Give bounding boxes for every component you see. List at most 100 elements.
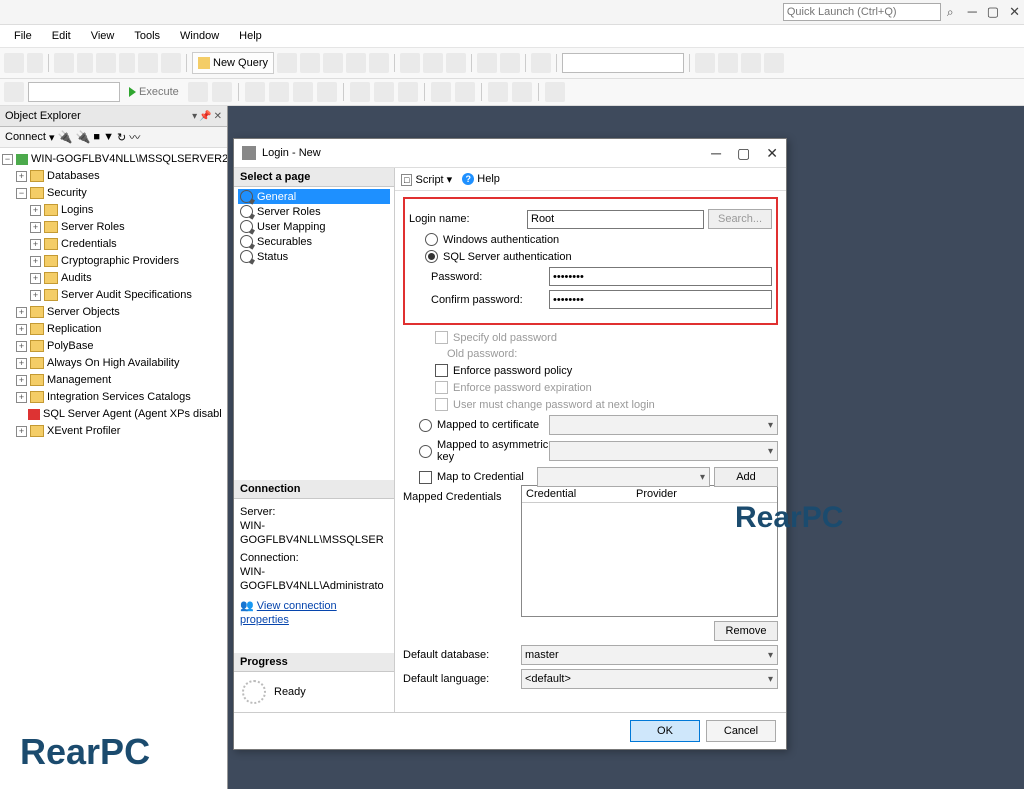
cancel-button[interactable]: Cancel <box>706 720 776 742</box>
connect-dropdown-icon[interactable]: ▾ <box>49 131 55 144</box>
redo-icon[interactable] <box>500 53 520 73</box>
tree-isc[interactable]: +Integration Services Catalogs <box>2 389 225 406</box>
toolbar-dropdown[interactable] <box>27 53 43 73</box>
mapped-asym-radio[interactable] <box>419 445 432 458</box>
dialog-titlebar[interactable]: Login - New ─ ▢ ✕ <box>234 139 786 168</box>
pulse-icon[interactable]: 〰 <box>129 129 140 145</box>
toolbar-button[interactable] <box>455 82 475 102</box>
toolbar-button[interactable] <box>764 53 784 73</box>
add-button[interactable]: Add <box>714 467 778 487</box>
tree-credentials[interactable]: +Credentials <box>2 236 225 253</box>
nav-securables[interactable]: Securables <box>238 234 390 249</box>
tree-server-roles[interactable]: +Server Roles <box>2 219 225 236</box>
toolbar-button[interactable] <box>369 53 389 73</box>
help-button[interactable]: ? Help <box>462 173 500 185</box>
menu-tools[interactable]: Tools <box>126 28 168 44</box>
toolbar-button[interactable] <box>431 82 451 102</box>
toolbar-button[interactable] <box>695 53 715 73</box>
connect-icon[interactable]: 🔌 <box>58 130 73 144</box>
toolbar-button[interactable] <box>350 82 370 102</box>
dialog-minimize-icon[interactable]: ─ <box>711 145 721 162</box>
close-pane-icon[interactable]: ✕ <box>214 111 222 122</box>
minimize-icon[interactable]: ─ <box>968 4 977 20</box>
paste-icon[interactable] <box>446 53 466 73</box>
undo-icon[interactable] <box>477 53 497 73</box>
menu-edit[interactable]: Edit <box>44 28 79 44</box>
toolbar-button[interactable] <box>293 82 313 102</box>
toolbar-button[interactable] <box>317 82 337 102</box>
database-combo[interactable] <box>562 53 684 73</box>
parse-icon[interactable] <box>212 82 232 102</box>
toolbar-button[interactable] <box>54 53 74 73</box>
toolbar-button[interactable] <box>718 53 738 73</box>
toolbar-button[interactable] <box>374 82 394 102</box>
toolbar-button[interactable] <box>398 82 418 102</box>
toolbar-dropdown[interactable] <box>119 53 135 73</box>
context-combo[interactable] <box>28 82 120 102</box>
filter-icon[interactable]: ▼ <box>103 131 114 143</box>
dialog-close-icon[interactable]: ✕ <box>766 145 778 162</box>
menu-view[interactable]: View <box>83 28 123 44</box>
toolbar-button[interactable] <box>96 53 116 73</box>
object-tree[interactable]: −WIN-GOGFLBV4NLL\MSSQLSERVER2 (S +Databa… <box>0 148 227 789</box>
tree-audit-spec[interactable]: +Server Audit Specifications <box>2 287 225 304</box>
toolbar-button[interactable] <box>512 82 532 102</box>
cert-combo[interactable] <box>549 415 778 435</box>
tree-server-objects[interactable]: +Server Objects <box>2 304 225 321</box>
credentials-list[interactable]: Credential Provider <box>521 485 778 617</box>
menu-window[interactable]: Window <box>172 28 227 44</box>
tree-polybase[interactable]: +PolyBase <box>2 338 225 355</box>
toolbar-button[interactable] <box>531 53 551 73</box>
toolbar-button[interactable] <box>245 82 265 102</box>
toolbar-button[interactable] <box>741 53 761 73</box>
default-lang-combo[interactable]: <default> <box>521 669 778 689</box>
dialog-maximize-icon[interactable]: ▢ <box>737 145 750 162</box>
asym-combo[interactable] <box>549 441 778 461</box>
toolbar-button[interactable] <box>269 82 289 102</box>
toolbar-button[interactable] <box>300 53 320 73</box>
map-credential-checkbox[interactable] <box>419 471 432 484</box>
stop-icon[interactable]: ■ <box>93 131 100 143</box>
execute-button[interactable]: Execute <box>124 86 184 98</box>
tree-xevent[interactable]: +XEvent Profiler <box>2 423 225 440</box>
toolbar-button[interactable] <box>4 53 24 73</box>
tree-agent[interactable]: SQL Server Agent (Agent XPs disabl <box>2 406 225 423</box>
menu-help[interactable]: Help <box>231 28 270 44</box>
toolbar-button[interactable] <box>4 82 24 102</box>
toolbar-button[interactable] <box>277 53 297 73</box>
toolbar-button[interactable] <box>346 53 366 73</box>
tree-server-node[interactable]: −WIN-GOGFLBV4NLL\MSSQLSERVER2 (S <box>2 151 225 168</box>
script-button[interactable]: □ Script ▾ <box>401 173 452 186</box>
remove-button[interactable]: Remove <box>714 621 778 641</box>
nav-server-roles[interactable]: Server Roles <box>238 204 390 219</box>
mapped-cert-radio[interactable] <box>419 419 432 432</box>
tree-replication[interactable]: +Replication <box>2 321 225 338</box>
cut-icon[interactable] <box>400 53 420 73</box>
tree-always-on[interactable]: +Always On High Availability <box>2 355 225 372</box>
tree-logins[interactable]: +Logins <box>2 202 225 219</box>
tree-databases[interactable]: +Databases <box>2 168 225 185</box>
confirm-password-input[interactable] <box>549 290 772 309</box>
windows-auth-radio[interactable] <box>425 233 438 246</box>
disconnect-icon[interactable]: 🔌 <box>75 130 90 144</box>
password-input[interactable] <box>549 267 772 286</box>
menu-file[interactable]: File <box>6 28 40 44</box>
dropdown-icon[interactable]: ▾ <box>192 111 197 122</box>
tree-crypto[interactable]: +Cryptographic Providers <box>2 253 225 270</box>
default-db-combo[interactable]: master <box>521 645 778 665</box>
nav-general[interactable]: General <box>238 189 390 204</box>
tree-security[interactable]: −Security <box>2 185 225 202</box>
sql-auth-radio[interactable] <box>425 250 438 263</box>
toolbar-dropdown[interactable] <box>77 53 93 73</box>
view-connection-link[interactable]: View connection properties <box>240 600 337 626</box>
close-icon[interactable]: ✕ <box>1009 4 1020 20</box>
nav-status[interactable]: Status <box>238 249 390 264</box>
nav-user-mapping[interactable]: User Mapping <box>238 219 390 234</box>
refresh-icon[interactable]: ↻ <box>117 131 126 144</box>
toolbar-button[interactable] <box>138 53 158 73</box>
new-query-button[interactable]: New Query <box>192 52 274 74</box>
connect-label[interactable]: Connect <box>5 131 46 143</box>
login-name-input[interactable] <box>527 210 704 229</box>
ok-button[interactable]: OK <box>630 720 700 742</box>
enforce-policy-checkbox[interactable] <box>435 364 448 377</box>
